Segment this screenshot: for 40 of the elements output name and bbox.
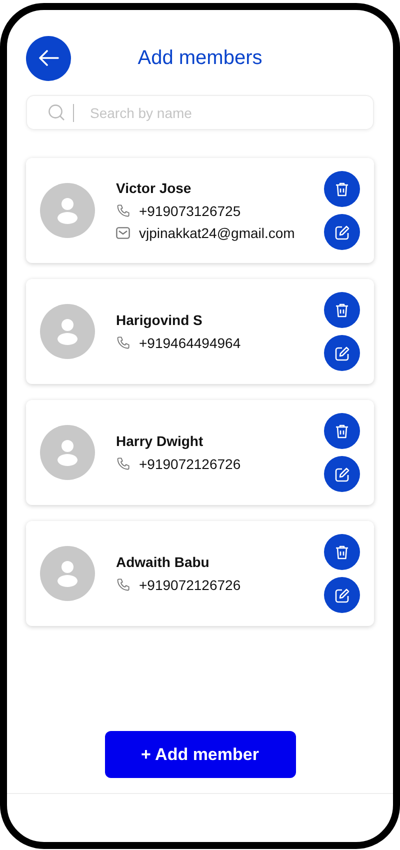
mail-icon — [116, 227, 130, 239]
avatar-icon — [40, 183, 95, 238]
delete-button[interactable] — [324, 171, 360, 207]
phone-number: +919464494964 — [139, 335, 241, 351]
phone-number: +919072126726 — [139, 577, 241, 593]
trash-icon — [335, 424, 349, 438]
edit-button[interactable] — [324, 577, 360, 613]
phone-icon — [116, 336, 130, 350]
member-name: Harigovind S — [116, 312, 204, 328]
edit-icon — [334, 588, 350, 602]
delete-button[interactable] — [324, 534, 360, 570]
phone-icon — [116, 457, 130, 471]
search-field[interactable]: Search by name — [26, 95, 374, 130]
back-arrow-icon — [38, 50, 58, 66]
phone-icon — [116, 578, 130, 592]
avatar-icon — [40, 425, 95, 480]
back-button[interactable] — [26, 36, 71, 80]
delete-button[interactable] — [324, 413, 360, 449]
edit-icon — [334, 466, 350, 482]
avatar-icon — [40, 304, 95, 359]
edit-icon — [334, 346, 350, 360]
edit-icon — [334, 224, 350, 240]
email-address: vjpinakkat24@gmail.com — [139, 225, 295, 241]
edit-button[interactable] — [324, 335, 360, 371]
edit-button[interactable] — [324, 456, 360, 492]
phone-icon — [116, 204, 130, 218]
member-name: Harry Dwight — [116, 433, 204, 449]
phone-number: +919073126725 — [139, 203, 241, 219]
avatar-icon — [40, 546, 95, 601]
member-name: Victor Jose — [116, 180, 192, 196]
page-title: Add members — [138, 46, 262, 70]
delete-button[interactable] — [324, 292, 360, 328]
trash-icon — [335, 302, 349, 318]
edit-button[interactable] — [324, 214, 360, 250]
trash-icon — [335, 544, 349, 560]
member-name: Adwaith Babu — [116, 554, 210, 570]
search-icon — [48, 104, 65, 121]
phone-number: +919072126726 — [139, 456, 241, 472]
add-member-button[interactable]: + Add member — [104, 731, 296, 778]
trash-icon — [335, 182, 349, 196]
